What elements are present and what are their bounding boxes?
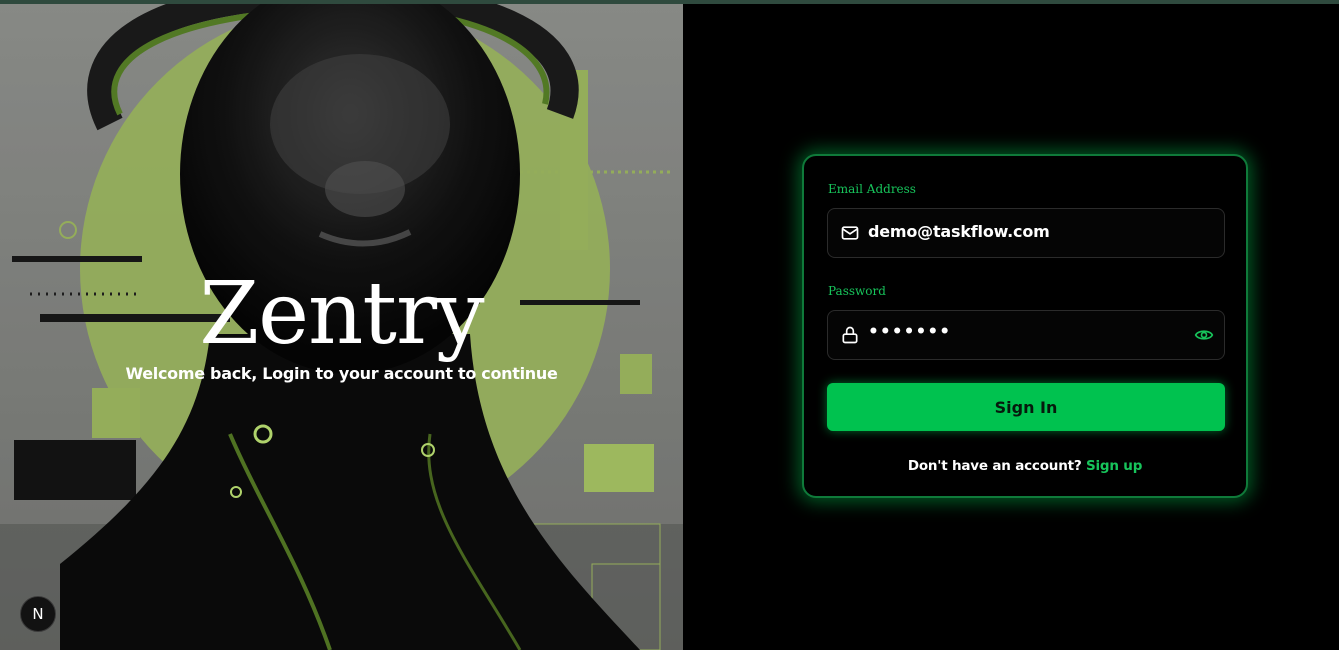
welcome-tagline: Welcome back, Login to your account to c… xyxy=(125,364,558,383)
lock-icon xyxy=(842,326,858,344)
password-value: ••••••• xyxy=(868,322,952,342)
mail-icon xyxy=(841,226,859,240)
sign-in-button[interactable]: Sign In xyxy=(827,383,1225,431)
email-field[interactable]: demo@taskflow.com xyxy=(827,208,1225,258)
brand-logo: Zentry xyxy=(199,264,484,364)
signup-prompt-text: Don't have an account? xyxy=(907,458,1082,474)
dev-tools-badge[interactable]: N xyxy=(20,596,56,632)
hero-panel: Zentry Welcome back, Login to your accou… xyxy=(0,4,683,650)
password-label: Password xyxy=(828,284,886,298)
email-label: Email Address xyxy=(828,182,916,196)
sign-up-link[interactable]: Sign up xyxy=(1086,458,1142,474)
eye-icon[interactable] xyxy=(1194,325,1214,345)
password-field[interactable]: ••••••• xyxy=(827,310,1225,360)
email-value: demo@taskflow.com xyxy=(868,222,1050,241)
signup-prompt: Don't have an account? Sign up xyxy=(804,458,1246,474)
login-card: Email Address demo@taskflow.com Password… xyxy=(802,154,1248,498)
